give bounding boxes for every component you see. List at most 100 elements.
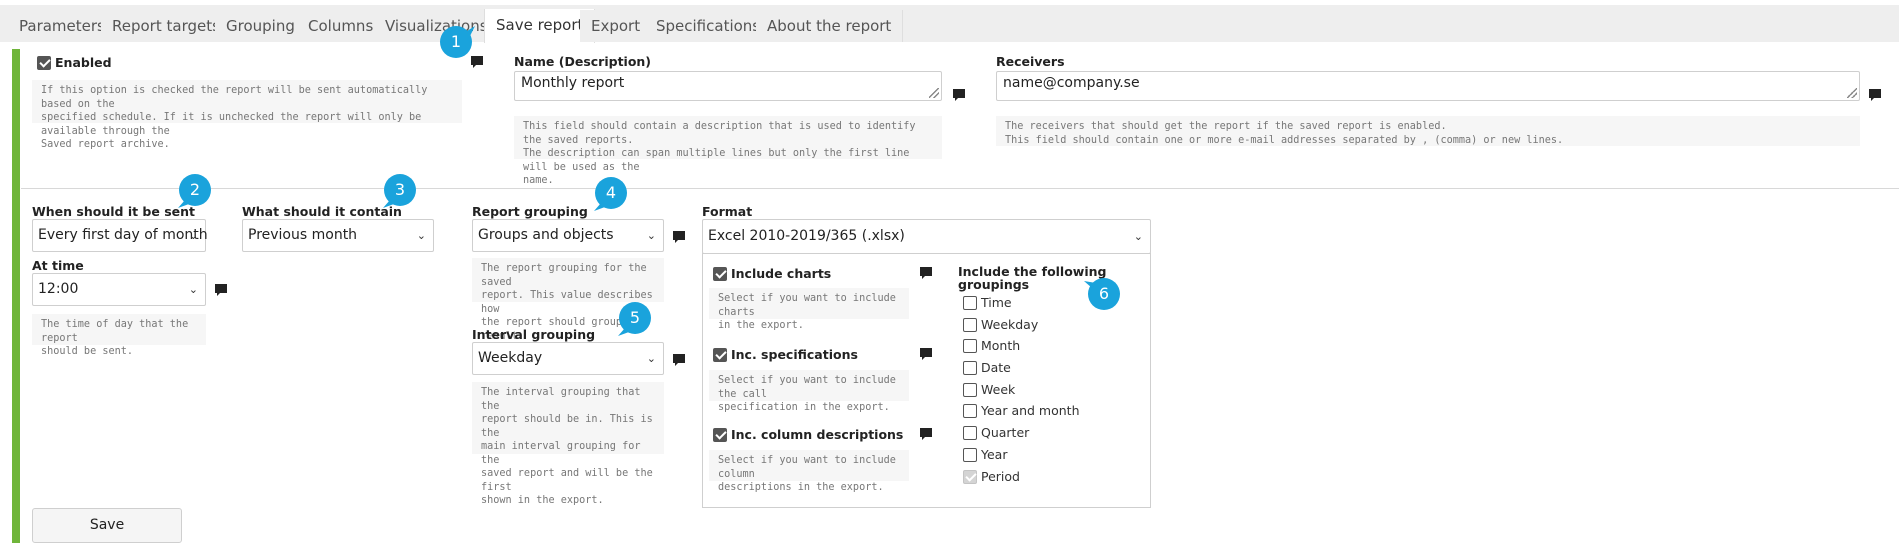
badge-number: 5 [630,308,640,327]
resize-grip[interactable] [929,88,939,98]
inc-specifications-checkbox[interactable] [713,348,727,362]
interval-grouping-help: The interval grouping that the report sh… [472,382,664,506]
contain-value: Previous month [248,227,358,243]
name-help: This field should contain a description … [514,116,942,186]
tab-bar: Parameters Report targets Grouping Colum… [0,5,1899,43]
time-value: 12:00 [38,281,79,297]
grouping-date-checkbox[interactable] [963,361,977,375]
enabled-checkbox[interactable] [37,56,51,70]
tab-specifications[interactable]: Specifications [645,10,773,42]
help-line: saved report and will be the first [481,468,653,493]
chevron-down-icon: ⌄ [1133,230,1143,243]
badge-number: 2 [190,180,200,199]
tab-report-targets[interactable]: Report targets [101,10,232,42]
badge-number: 1 [451,32,461,51]
name-textarea[interactable]: Monthly report [514,71,942,101]
comment-icon[interactable] [919,347,933,361]
format-label: Format [702,204,753,219]
grouping-quarter-label: Quarter [981,425,1030,440]
comment-icon[interactable] [1868,88,1882,102]
callout-badge-5: 5 [618,302,651,336]
grouping-year-and-month-checkbox[interactable] [963,404,977,418]
grouping-month-label: Month [981,338,1021,353]
interval-grouping-select[interactable]: Weekday ⌄ [472,342,664,375]
help-line: This field should contain one or more e-… [1005,134,1564,146]
enabled-label: Enabled [55,55,112,70]
help-line: Select if you want to include column [718,455,896,480]
time-label: At time [32,258,84,273]
section-divider [21,188,1899,189]
when-select[interactable]: Every first day of month ⌄ [32,219,208,252]
grouping-weekday-checkbox[interactable] [963,318,977,332]
help-line: main interval grouping for the [481,441,641,466]
time-select[interactable]: 12:00 ⌄ [32,273,206,306]
grouping-year-checkbox[interactable] [963,448,977,462]
comment-icon[interactable] [919,266,933,280]
callout-badge-1: 1 [440,26,475,58]
help-line: specification in the export. [718,402,890,413]
resize-grip[interactable] [1847,88,1857,98]
inc-column-descriptions-checkbox[interactable] [713,428,727,442]
include-charts-checkbox[interactable] [713,267,727,281]
grouping-month-checkbox[interactable] [963,339,977,353]
contain-label: What should it contain [242,204,402,219]
grouping-week-checkbox[interactable] [963,383,977,397]
help-line: Saved report archive. [41,139,170,150]
badge-number: 6 [1099,284,1109,303]
enabled-status-bar [12,49,20,543]
when-value: Every first day of month [38,227,208,243]
help-line: name. [523,175,554,186]
help-line: This field should contain a description … [523,121,916,146]
report-grouping-select[interactable]: Groups and objects ⌄ [472,219,664,252]
comment-icon[interactable] [672,353,686,367]
format-value: Excel 2010-2019/365 (.xlsx) [708,228,905,244]
inc-column-descriptions-help: Select if you want to include column des… [709,450,909,493]
chevron-down-icon: ⌄ [646,352,656,365]
report-grouping-help: The report grouping for the saved report… [472,258,664,342]
help-line: Select if you want to include charts [718,293,896,318]
help-line: The report grouping for the saved [481,263,647,288]
name-value: Monthly report [521,75,625,91]
grouping-time-checkbox[interactable] [963,296,977,310]
comment-icon[interactable] [952,88,966,102]
receivers-value: name@company.se [1003,75,1140,91]
grouping-week-label: Week [981,382,1016,397]
inc-specifications-label: Inc. specifications [731,347,858,362]
help-line: If this option is checked the report wil… [41,85,428,110]
name-label: Name (Description) [514,54,652,69]
inc-specifications-help: Select if you want to include the call s… [709,370,909,413]
comment-icon[interactable] [214,283,228,297]
callout-badge-2: 2 [178,174,211,208]
format-select[interactable]: Excel 2010-2019/365 (.xlsx) ⌄ [702,219,1151,254]
tab-columns[interactable]: Columns [297,10,386,42]
comment-icon[interactable] [672,230,686,244]
receivers-help: The receivers that should get the report… [996,116,1860,146]
interval-grouping-label: Interval grouping [472,327,596,342]
tab-save-report[interactable]: Save report [484,9,596,43]
receivers-textarea[interactable]: name@company.se [996,71,1860,101]
grouping-period-label: Period [981,469,1020,484]
contain-select[interactable]: Previous month ⌄ [242,219,434,252]
help-line: The receivers that should get the report… [1005,121,1447,132]
help-line: shown in the export. [481,495,604,506]
grouping-weekday-label: Weekday [981,317,1039,332]
receivers-label: Receivers [996,54,1065,69]
inc-column-descriptions-label: Inc. column descriptions [731,427,904,442]
help-line: should be sent. [41,346,134,357]
grouping-date-label: Date [981,360,1011,375]
help-line: The interval grouping that the [481,387,641,412]
help-line: Select if you want to include the call [718,375,896,400]
grouping-quarter-checkbox[interactable] [963,426,977,440]
tab-grouping[interactable]: Grouping [215,10,307,42]
chevron-down-icon: ⌄ [416,229,426,242]
tab-export[interactable]: Export [580,10,653,42]
tab-about-the-report[interactable]: About the report [756,10,904,42]
help-line: The description can span multiple lines … [523,148,910,173]
save-button[interactable]: Save [32,508,182,543]
chevron-down-icon: ⌄ [188,229,198,242]
chevron-down-icon: ⌄ [646,229,656,242]
callout-badge-4: 4 [594,177,627,211]
callout-badge-3: 3 [383,174,416,208]
callout-badge-6: 6 [1084,278,1120,310]
comment-icon[interactable] [919,427,933,441]
